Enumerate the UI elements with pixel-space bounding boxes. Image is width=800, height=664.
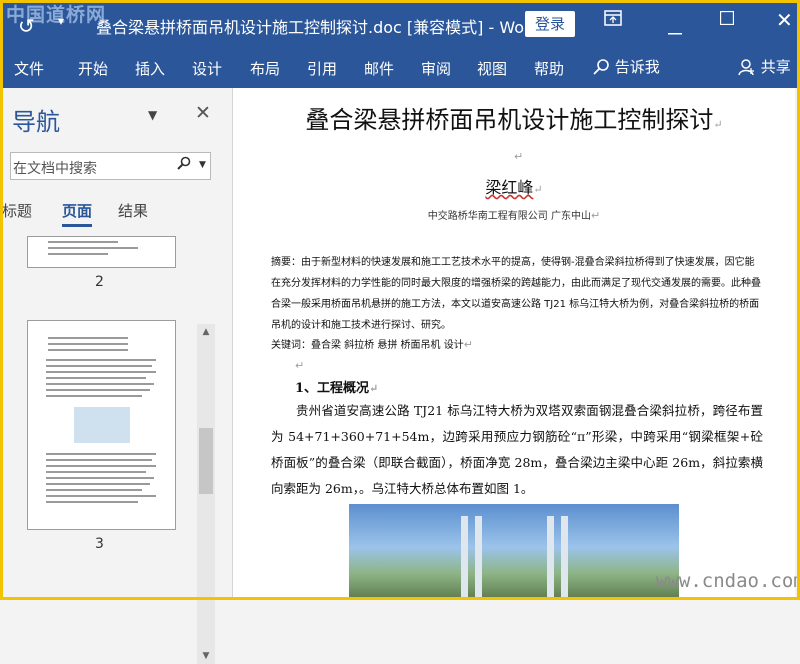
page-number-2: 2 [95,274,104,290]
page-thumbnail-2[interactable] [27,236,176,268]
keywords-line: 关键词：叠合梁 斜拉桥 悬拼 桥面吊机 设计↵ [271,338,473,351]
watermark-bottom: www.cndao.com [656,570,800,592]
tab-layout[interactable]: 布局 [250,58,280,79]
tab-review[interactable]: 审阅 [421,58,451,79]
share-person-icon [738,58,761,76]
bridge-photo[interactable] [349,504,679,600]
ribbon-display-options-icon[interactable] [604,10,622,30]
customize-qat-icon[interactable]: ▾ [58,14,64,28]
maximize-icon[interactable] [719,10,735,29]
tab-mailings[interactable]: 邮件 [364,58,394,79]
tab-help[interactable]: 帮助 [534,58,564,79]
login-button[interactable]: 登录 [525,11,575,37]
navigation-pane: 导航 ▼ ✕ 在文档中搜索 ▼ 标题 页面 结果 2 3 ▲ ▼ [0,88,233,664]
document-heading: 叠合梁悬拼桥面吊机设计施工控制探讨↵ [305,106,723,134]
search-options-chevron-down-icon[interactable]: ▼ [199,160,206,170]
paragraph-mark: ↵ [514,150,524,163]
abstract-paragraph: 摘要：由于新型材料的快速发展和施工工艺技术水平的提高，使得钢-混叠合梁斜拉桥得到… [271,257,761,331]
tab-design[interactable]: 设计 [192,58,222,79]
bridge-tower [547,516,554,600]
share-button[interactable]: 共享 [738,56,791,77]
minimize-icon[interactable] [668,20,682,39]
document-page[interactable]: 叠合梁悬拼桥面吊机设计施工控制探讨↵ ↵ 梁红峰↵ 中交路桥华南工程有限公司 广… [233,88,795,600]
search-icon[interactable] [177,156,191,174]
page-number-3: 3 [95,536,104,552]
nav-tab-results[interactable]: 结果 [118,200,148,221]
tell-me-label: 告诉我 [614,58,660,76]
paragraph-mark: ↵ [295,359,305,372]
tab-file[interactable]: 文件 [14,58,44,79]
tab-home[interactable]: 开始 [78,58,108,79]
close-icon[interactable]: ✕ [776,8,793,32]
search-placeholder: 在文档中搜索 [13,161,97,177]
bridge-tower [461,516,468,600]
tell-me-box[interactable]: 告诉我 [592,56,660,77]
scrollbar-thumb[interactable] [199,428,213,494]
pane-options-chevron-down-icon[interactable]: ▼ [148,108,157,122]
body-paragraph: 贵州省道安高速公路 TJ21 标乌江特大桥为双塔双索面钢混叠合梁斜拉桥，跨径布置… [271,403,763,496]
document-author: 梁红峰↵ [485,178,543,197]
scroll-up-icon[interactable]: ▲ [197,324,215,340]
ribbon-tab-bar: 文件 开始 插入 设计 布局 引用 邮件 审阅 视图 帮助 告诉我 共享 [0,48,800,88]
section-heading: 1、工程概况↵ [295,381,379,396]
title-bar: 中国道桥网 ↺ ▾ 叠合梁悬拼桥面吊机设计施工控制探讨.doc [兼容模式] -… [0,0,800,48]
tab-insert[interactable]: 插入 [135,58,165,79]
nav-tab-pages[interactable]: 页面 [62,200,93,227]
lightbulb-icon [592,58,615,76]
bridge-tower [561,516,568,600]
document-search-input[interactable]: 在文档中搜索 ▼ [10,152,211,180]
navigation-pane-title: 导航 [12,108,60,136]
share-label: 共享 [760,58,791,76]
bridge-tower [475,516,482,600]
document-affiliation: 中交路桥华南工程有限公司 广东中山↵ [427,209,601,222]
close-pane-icon[interactable]: ✕ [195,102,211,124]
document-title: 叠合梁悬拼桥面吊机设计施工控制探讨.doc [兼容模式] - Word [96,18,541,37]
thumbnail-scrollbar[interactable]: ▲ ▼ [197,324,215,664]
page-thumbnail-3[interactable] [27,320,176,530]
tab-view[interactable]: 视图 [477,58,507,79]
nav-tab-headings[interactable]: 标题 [2,200,32,221]
undo-icon[interactable]: ↺ [18,14,35,38]
tab-references[interactable]: 引用 [307,58,337,79]
scroll-down-icon[interactable]: ▼ [197,648,215,664]
